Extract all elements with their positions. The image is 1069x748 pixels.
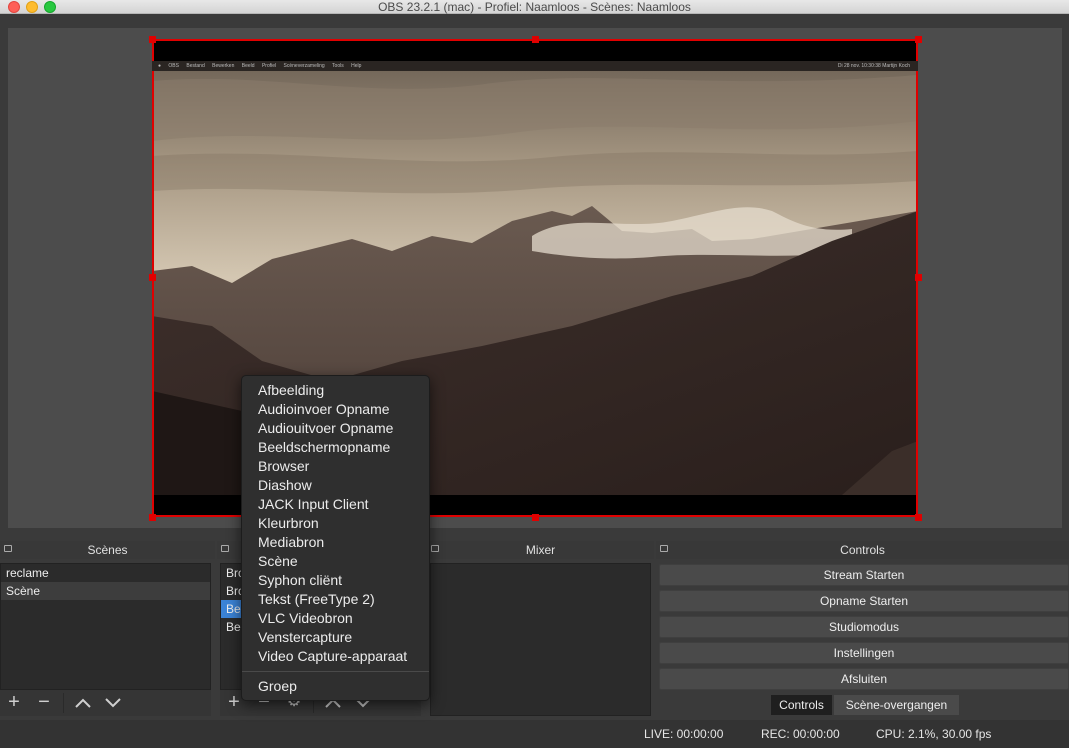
menu-item-text-freetype2[interactable]: Tekst (FreeType 2)	[242, 590, 429, 609]
studio-mode-button[interactable]: Studiomodus	[659, 616, 1069, 638]
remove-scene-button[interactable]: −	[31, 690, 57, 716]
chevron-up-icon	[75, 698, 91, 708]
captured-menu-item: Bestand	[186, 63, 205, 69]
apple-icon: ●	[158, 63, 162, 69]
captured-menu-item: Beeld	[241, 63, 255, 69]
menu-item-syphon-client[interactable]: Syphon cliënt	[242, 571, 429, 590]
resize-handle[interactable]	[532, 514, 539, 521]
dock-float-icon[interactable]	[660, 545, 668, 552]
controls-dock-title: Controls	[656, 541, 1069, 559]
rec-timer: REC: 00:00:00	[761, 727, 840, 741]
resize-handle[interactable]	[149, 514, 156, 521]
window-titlebar: OBS 23.2.1 (mac) - Profiel: Naamloos - S…	[0, 0, 1069, 14]
move-scene-up-button[interactable]	[70, 690, 96, 716]
move-scene-down-button[interactable]	[100, 690, 126, 716]
menu-item-display-capture[interactable]: Beeldschermopname	[242, 438, 429, 457]
toolbar-divider	[63, 693, 64, 713]
menu-item-vlc-video-source[interactable]: VLC Videobron	[242, 609, 429, 628]
captured-menu-item: Help	[351, 63, 362, 69]
scenes-title: Scènes	[87, 543, 128, 557]
scene-item[interactable]: reclame	[1, 564, 210, 582]
dock-float-icon[interactable]	[4, 545, 12, 552]
menu-item-audio-output-capture[interactable]: Audiouitvoer Opname	[242, 419, 429, 438]
menu-item-browser[interactable]: Browser	[242, 457, 429, 476]
resize-handle[interactable]	[149, 274, 156, 281]
plus-icon: +	[228, 691, 240, 713]
mixer-title: Mixer	[525, 543, 556, 557]
plus-icon: +	[8, 691, 20, 713]
scenes-list[interactable]: reclame Scène	[0, 563, 211, 690]
tab-controls[interactable]: Controls	[771, 695, 832, 715]
menu-item-image[interactable]: Afbeelding	[242, 381, 429, 400]
status-bar: LIVE: 00:00:00 REC: 00:00:00 CPU: 2.1%, …	[0, 720, 1069, 748]
menu-item-scene[interactable]: Scène	[242, 552, 429, 571]
menu-item-audio-input-capture[interactable]: Audioinvoer Opname	[242, 400, 429, 419]
chevron-down-icon	[105, 698, 121, 708]
captured-menu-item: Bewerken	[212, 63, 235, 69]
captured-menubar: ● OBS Bestand Bewerken Beeld Profiel Scè…	[152, 61, 918, 71]
captured-menu-item: Scèneverzameling	[283, 63, 325, 69]
scene-item[interactable]: Scène	[1, 582, 210, 600]
menu-separator	[242, 671, 429, 672]
start-recording-button[interactable]: Opname Starten	[659, 590, 1069, 612]
menu-item-jack-input-client[interactable]: JACK Input Client	[242, 495, 429, 514]
window-title: OBS 23.2.1 (mac) - Profiel: Naamloos - S…	[378, 0, 691, 14]
menu-item-color-source[interactable]: Kleurbron	[242, 514, 429, 533]
captured-menubar-clock: Di 28 nov. 10:30:38 Martijn Koch	[837, 63, 910, 69]
mixer-dock-title: Mixer	[427, 541, 654, 559]
captured-menu-item: Profiel	[261, 63, 277, 69]
start-streaming-button[interactable]: Stream Starten	[659, 564, 1069, 586]
mixer-panel	[430, 563, 651, 716]
resize-handle[interactable]	[915, 514, 922, 521]
menu-item-window-capture[interactable]: Venstercapture	[242, 628, 429, 647]
tab-scene-transitions[interactable]: Scène-overgangen	[834, 695, 959, 715]
live-timer: LIVE: 00:00:00	[644, 727, 724, 741]
menu-item-group[interactable]: Groep	[242, 677, 429, 696]
settings-button[interactable]: Instellingen	[659, 642, 1069, 664]
scenes-toolbar: + −	[0, 690, 211, 716]
resize-handle[interactable]	[149, 36, 156, 43]
captured-menu-item: OBS	[168, 63, 179, 69]
resize-handle[interactable]	[532, 36, 539, 43]
resize-handle[interactable]	[915, 36, 922, 43]
captured-menu-item: Tools	[332, 63, 344, 69]
dock-float-icon[interactable]	[431, 545, 439, 552]
minus-icon: −	[38, 691, 50, 713]
menu-item-slideshow[interactable]: Diashow	[242, 476, 429, 495]
menu-item-media-source[interactable]: Mediabron	[242, 533, 429, 552]
add-source-context-menu: Afbeelding Audioinvoer Opname Audiouitvo…	[241, 375, 430, 701]
cpu-fps-readout: CPU: 2.1%, 30.00 fps	[876, 727, 992, 741]
dock-float-icon[interactable]	[221, 545, 229, 552]
controls-title: Controls	[840, 543, 885, 557]
menu-item-video-capture-device[interactable]: Video Capture-apparaat	[242, 647, 429, 666]
resize-handle[interactable]	[915, 274, 922, 281]
exit-button[interactable]: Afsluiten	[659, 668, 1069, 690]
scenes-dock-title: Scènes	[0, 541, 215, 559]
add-scene-button[interactable]: +	[1, 690, 27, 716]
